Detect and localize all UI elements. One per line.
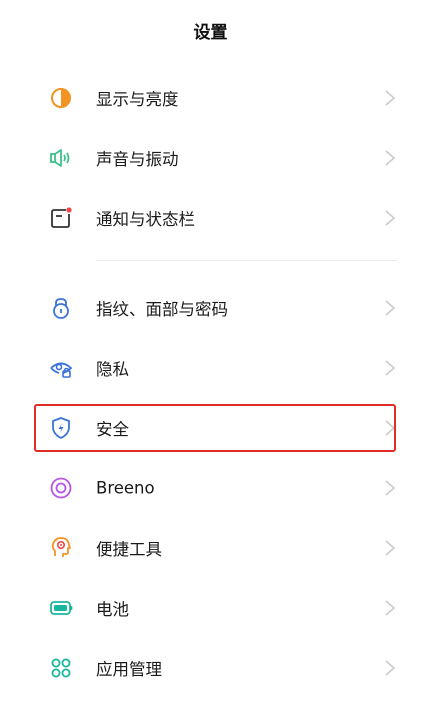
chevron-right-icon xyxy=(384,599,396,617)
settings-item-battery[interactable]: 电池 xyxy=(0,578,421,638)
chevron-right-icon xyxy=(384,539,396,557)
settings-item-label: 便捷工具 xyxy=(96,540,162,559)
settings-item-fingerprint-face-password[interactable]: 指纹、面部与密码 xyxy=(0,278,421,338)
convenience-tools-icon xyxy=(48,535,74,561)
settings-item-convenience-tools[interactable]: 便捷工具 xyxy=(0,518,421,578)
chevron-right-icon xyxy=(384,659,396,677)
lock-icon xyxy=(48,295,74,321)
notification-statusbar-icon xyxy=(48,205,74,231)
breeno-icon xyxy=(48,475,74,501)
settings-item-privacy[interactable]: 隐私 xyxy=(0,338,421,398)
chevron-right-icon xyxy=(384,149,396,167)
display-brightness-icon xyxy=(48,85,74,111)
settings-item-label: Breeno xyxy=(96,478,155,498)
settings-item-sound-vibration[interactable]: 声音与振动 xyxy=(0,128,421,188)
settings-list: 显示与亮度 声音与振动 通知与状态栏 指纹、面部与密码 隐私 安全 Breeno… xyxy=(0,68,421,698)
settings-item-label: 声音与振动 xyxy=(96,150,179,169)
chevron-right-icon xyxy=(384,479,396,497)
page-title: 设置 xyxy=(193,23,228,43)
settings-item-label: 指纹、面部与密码 xyxy=(96,300,228,319)
section-gap xyxy=(0,248,421,278)
settings-item-label: 隐私 xyxy=(96,360,129,379)
chevron-right-icon xyxy=(384,419,396,437)
settings-item-notification-statusbar[interactable]: 通知与状态栏 xyxy=(0,188,421,248)
chevron-right-icon xyxy=(384,299,396,317)
settings-item-app-management[interactable]: 应用管理 xyxy=(0,638,421,698)
settings-item-label: 安全 xyxy=(96,420,129,439)
settings-item-label: 显示与亮度 xyxy=(96,90,179,109)
chevron-right-icon xyxy=(384,359,396,377)
battery-icon xyxy=(48,595,74,621)
section-divider xyxy=(96,260,397,261)
settings-item-breeno[interactable]: Breeno xyxy=(0,458,421,518)
privacy-eye-icon xyxy=(48,355,74,381)
settings-item-label: 通知与状态栏 xyxy=(96,210,195,229)
chevron-right-icon xyxy=(384,209,396,227)
settings-item-label: 应用管理 xyxy=(96,660,162,679)
settings-item-label: 电池 xyxy=(96,600,129,619)
sound-vibration-icon xyxy=(48,145,74,171)
chevron-right-icon xyxy=(384,89,396,107)
settings-item-display-brightness[interactable]: 显示与亮度 xyxy=(0,68,421,128)
settings-item-security[interactable]: 安全 xyxy=(0,398,421,458)
app-management-icon xyxy=(48,655,74,681)
security-shield-icon xyxy=(48,415,74,441)
